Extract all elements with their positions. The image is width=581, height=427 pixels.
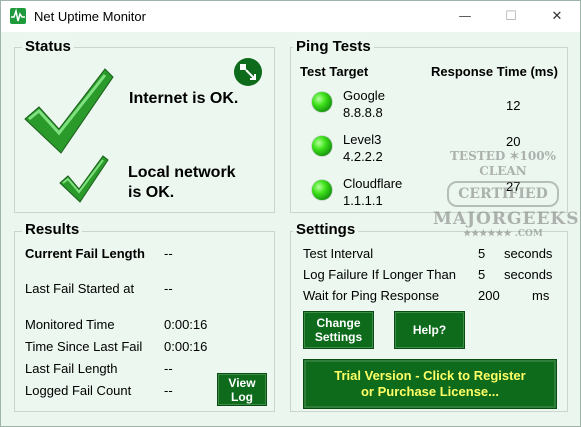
maximize-button[interactable]: ☐: [488, 1, 534, 32]
ping-response-time: 27: [506, 179, 521, 194]
results-panel-title: Results: [22, 221, 83, 238]
last-fail-length-label: Last Fail Length: [25, 361, 118, 376]
last-fail-started-value: --: [164, 281, 173, 296]
app-logo-icon: [10, 8, 26, 24]
last-fail-started-label: Last Fail Started at: [25, 281, 135, 296]
internet-ok-check-icon: [24, 68, 114, 154]
change-settings-label-line2: Settings: [314, 330, 363, 344]
test-interval-value: 5: [478, 246, 486, 261]
ping-target-name: Level3: [343, 132, 382, 147]
wait-ping-unit: ms: [532, 288, 550, 303]
current-fail-length-label: Current Fail Length: [25, 246, 145, 261]
log-failure-value: 5: [478, 267, 486, 282]
maximize-icon: ☐: [505, 9, 517, 24]
ping-target-name: Cloudflare: [343, 176, 403, 191]
log-failure-label: Log Failure If Longer Than: [303, 267, 456, 282]
ping-target-ip: 1.1.1.1: [343, 193, 383, 208]
ping-status-led: [312, 136, 332, 156]
ping-target-ip: 4.2.2.2: [343, 149, 383, 164]
test-interval-label: Test Interval: [303, 246, 374, 261]
wait-ping-value: 200: [478, 288, 500, 303]
current-fail-length-value: --: [164, 246, 173, 261]
ping-response-time: 12: [506, 98, 521, 113]
trial-register-button[interactable]: Trial Version - Click to Register or Pur…: [303, 359, 557, 409]
ping-target-ip: 8.8.8.8: [343, 105, 383, 120]
ping-status-led: [312, 92, 332, 112]
monitored-time-value: 0:00:16: [164, 317, 208, 332]
view-log-label-line1: View: [228, 375, 256, 390]
time-since-last-fail-label: Time Since Last Fail: [25, 339, 143, 354]
minimize-icon: —: [458, 9, 472, 24]
title-bar[interactable]: Net Uptime Monitor — ☐ ✕: [1, 1, 580, 32]
help-button[interactable]: Help?: [394, 311, 465, 349]
help-label: Help?: [412, 323, 447, 337]
settings-panel-title: Settings: [293, 221, 359, 238]
ping-col-target-header: Test Target: [300, 64, 369, 79]
trial-label-line2: or Purchase License...: [360, 384, 499, 399]
ping-col-response-header: Response Time (ms): [431, 64, 558, 79]
internet-status-text: Internet is OK.: [129, 90, 239, 107]
change-settings-button[interactable]: Change Settings: [303, 311, 374, 349]
view-log-label-line2: Log: [231, 389, 253, 404]
monitored-time-label: Monitored Time: [25, 317, 115, 332]
view-log-button[interactable]: View Log: [217, 373, 267, 406]
status-panel-title: Status: [22, 38, 74, 55]
local-network-ok-check-icon: [59, 155, 109, 203]
trial-label-line1: Trial Version - Click to Register: [334, 368, 526, 383]
logged-fail-count-label: Logged Fail Count: [25, 383, 132, 398]
close-button[interactable]: ✕: [534, 1, 580, 32]
window-title: Net Uptime Monitor: [34, 9, 146, 24]
ping-target-name: Google: [343, 88, 385, 103]
change-settings-label-line1: Change: [316, 316, 361, 330]
ping-tests-panel-title: Ping Tests: [293, 38, 374, 55]
minimize-button[interactable]: —: [442, 1, 488, 32]
mini-mode-icon[interactable]: [233, 57, 263, 87]
log-failure-unit: seconds: [504, 267, 553, 282]
local-network-status-text: Local network is OK.: [128, 164, 236, 201]
ping-status-led: [312, 180, 332, 200]
last-fail-length-value: --: [164, 361, 173, 376]
app-window: Net Uptime Monitor — ☐ ✕ Status Internet…: [0, 0, 581, 427]
close-icon: ✕: [551, 9, 563, 24]
ping-response-time: 20: [506, 134, 521, 149]
test-interval-unit: seconds: [504, 246, 553, 261]
time-since-last-fail-value: 0:00:16: [164, 339, 208, 354]
logged-fail-count-value: --: [164, 383, 173, 398]
wait-ping-label: Wait for Ping Response: [303, 288, 440, 303]
